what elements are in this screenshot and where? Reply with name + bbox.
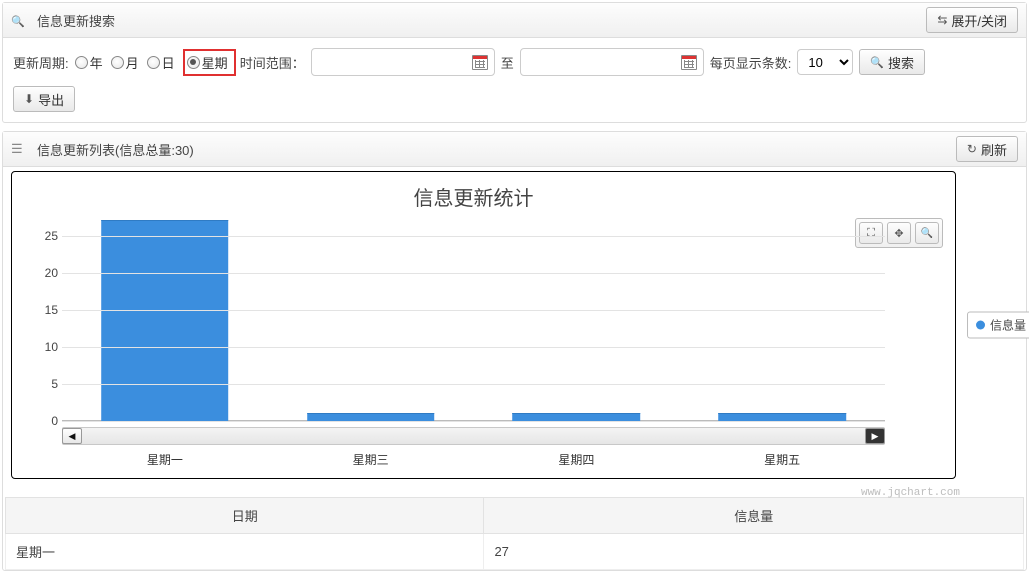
- grid-icon: [11, 141, 33, 157]
- refresh-button[interactable]: 刷新: [956, 136, 1018, 162]
- list-panel: 信息更新列表(信息总量:30) 刷新 信息更新统计 0510152025 ◀ ▶…: [2, 131, 1027, 571]
- chart-xtick: 星期五: [679, 451, 885, 468]
- date-from-input[interactable]: [311, 48, 495, 76]
- radio-week-highlight: 星期: [183, 49, 236, 76]
- export-button[interactable]: 导出: [13, 86, 75, 112]
- chart-ytick: 0: [30, 414, 58, 428]
- chart-xtick: 星期三: [268, 451, 474, 468]
- radio-week[interactable]: 星期: [187, 53, 228, 72]
- legend-label: 信息量: [990, 317, 1026, 334]
- radio-month-label: 月: [126, 53, 139, 72]
- search-panel: 信息更新搜索 展开/关闭 更新周期: 年 月 日 星期 时间范围：: [2, 2, 1027, 123]
- chart-bar-slot: [268, 221, 474, 421]
- chart-bar[interactable]: [513, 413, 641, 421]
- radio-day[interactable]: 日: [147, 53, 175, 72]
- hscroll-left-button[interactable]: ◀: [62, 428, 82, 444]
- per-page-select[interactable]: 10: [797, 49, 853, 75]
- export-button-label: 导出: [38, 90, 64, 109]
- chart-legend[interactable]: 信息量: [967, 312, 1029, 339]
- radio-year[interactable]: 年: [75, 53, 103, 72]
- search-button-label: 搜索: [888, 53, 914, 72]
- legend-marker-icon: [976, 321, 985, 330]
- chart-bar-slot: [474, 221, 680, 421]
- chart-gridline: [62, 273, 885, 274]
- chart-pan-button[interactable]: [887, 222, 911, 244]
- search-panel-header: 信息更新搜索 展开/关闭: [3, 3, 1026, 38]
- time-range-label: 时间范围：: [240, 53, 305, 72]
- radio-dot-icon: [75, 56, 88, 69]
- radio-year-label: 年: [90, 53, 103, 72]
- zoom-icon: [921, 227, 933, 239]
- chart-title: 信息更新统计: [62, 178, 885, 217]
- chart-zoom-button[interactable]: [915, 222, 939, 244]
- radio-week-label: 星期: [202, 53, 228, 72]
- toggle-expand-button[interactable]: 展开/关闭: [926, 7, 1018, 33]
- list-panel-title: 信息更新列表(信息总量:30): [33, 140, 194, 159]
- chart-ytick: 25: [30, 229, 58, 243]
- chart-plot: 0510152025: [62, 221, 885, 421]
- chart-bar-slot: [679, 221, 885, 421]
- search-icon: [870, 55, 884, 69]
- chart-xtick: 星期四: [474, 451, 680, 468]
- chart-bar[interactable]: [718, 413, 846, 421]
- table-header-count: 信息量: [484, 498, 1024, 534]
- chart-xtick: 星期一: [62, 451, 268, 468]
- search-panel-body: 更新周期: 年 月 日 星期 时间范围： 至 每页显示条数:: [3, 38, 1026, 122]
- calendar-icon: [681, 55, 697, 70]
- chart-ytick: 15: [30, 303, 58, 317]
- cycle-label: 更新周期:: [13, 53, 69, 72]
- chart-bar-slot: [62, 221, 268, 421]
- hscroll-right-button[interactable]: ▶: [865, 428, 885, 444]
- radio-month[interactable]: 月: [111, 53, 139, 72]
- search-icon: [11, 13, 33, 28]
- calendar-icon: [472, 55, 488, 70]
- refresh-button-label: 刷新: [981, 140, 1007, 159]
- chart-ytick: 20: [30, 266, 58, 280]
- chart-watermark: www.jqchart.com: [861, 487, 960, 499]
- chart-gridline: [62, 310, 885, 311]
- radio-dot-icon: [147, 56, 160, 69]
- expand-icon: [937, 13, 947, 27]
- chart-bar[interactable]: [101, 220, 229, 421]
- chart-ytick: 10: [30, 340, 58, 354]
- toggle-expand-label: 展开/关闭: [951, 11, 1007, 30]
- radio-dot-icon: [187, 56, 200, 69]
- search-button[interactable]: 搜索: [859, 49, 925, 75]
- data-table: 日期 信息量 星期一27: [5, 497, 1024, 570]
- search-panel-title: 信息更新搜索: [33, 11, 115, 30]
- date-to-input[interactable]: [520, 48, 704, 76]
- chart-gridline: [62, 384, 885, 385]
- download-icon: [24, 92, 34, 106]
- radio-day-label: 日: [162, 53, 175, 72]
- move-icon: [894, 227, 903, 240]
- per-page-label: 每页显示条数:: [710, 53, 792, 72]
- table-header-date: 日期: [6, 498, 484, 534]
- list-panel-header: 信息更新列表(信息总量:30) 刷新: [3, 132, 1026, 167]
- chart-ytick: 5: [30, 377, 58, 391]
- refresh-icon: [967, 142, 977, 156]
- chart-hscroll[interactable]: ◀ ▶: [62, 427, 885, 445]
- chart-bar[interactable]: [307, 413, 435, 421]
- chart-area: 信息更新统计 0510152025 ◀ ▶ 星期一星期三星期四星期五: [11, 171, 956, 479]
- chart-gridline: [62, 421, 885, 422]
- radio-dot-icon: [111, 56, 124, 69]
- chart-gridline: [62, 347, 885, 348]
- date-to-label: 至: [501, 53, 514, 72]
- chart-gridline: [62, 236, 885, 237]
